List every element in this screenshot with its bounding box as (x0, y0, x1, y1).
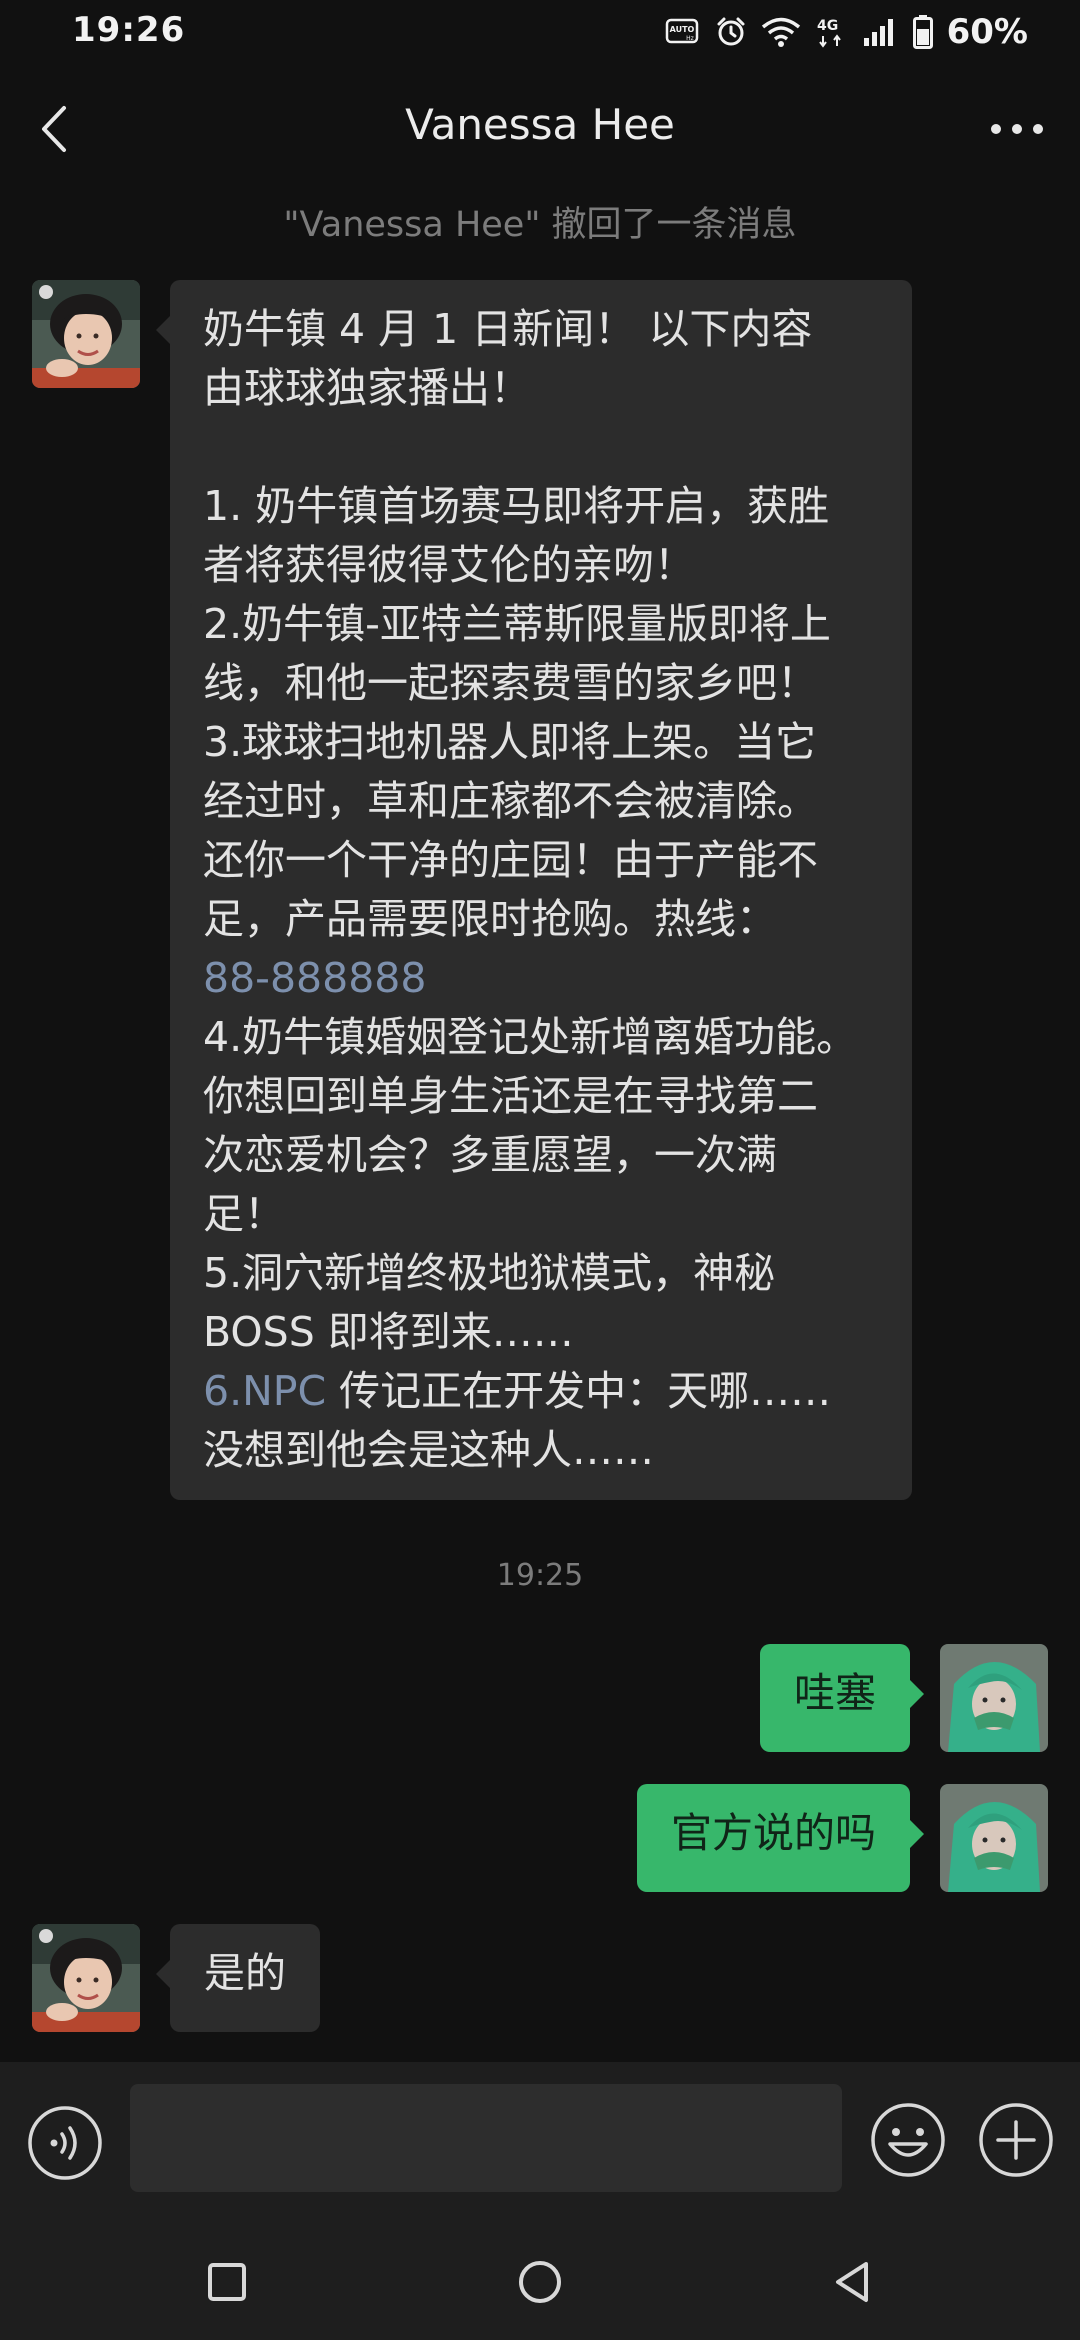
emoji-button[interactable] (868, 2100, 948, 2180)
svg-text:Hz: Hz (686, 35, 694, 42)
chat-messages[interactable]: "Vanessa Hee" 撤回了一条消息 奶牛镇 4 月 1 日新闻！ 以下内… (0, 196, 1080, 2060)
wifi-icon (761, 16, 801, 48)
back-triangle-icon (822, 2262, 882, 2316)
news-line: BOSS 即将到来…… (203, 1308, 574, 1356)
news-line: 经过时，草和庄稼都不会被清除。 (203, 777, 818, 825)
news-line: 线，和他一起探索费雪的家乡吧！ (203, 659, 818, 707)
voice-input-icon (26, 2106, 104, 2186)
auto-brightness-icon: AUTO Hz (665, 17, 701, 47)
news-blank-line (203, 418, 890, 477)
sent-message-bubble[interactable]: 哇塞 (760, 1644, 924, 1752)
my-avatar[interactable] (940, 1784, 1048, 1892)
more-actions-button[interactable] (976, 2100, 1056, 2180)
system-nav-bar (0, 2220, 1080, 2340)
news-npc-line: 6.NPC 传记正在开发中：天哪…… (203, 1362, 890, 1421)
news-line: 足，产品需要限时抢购。热线： (203, 895, 777, 943)
recent-apps-button[interactable] (197, 2252, 257, 2312)
news-line: 足！ (203, 1190, 285, 1238)
cellular-signal-icon (863, 16, 899, 48)
status-time: 19:26 (72, 10, 186, 50)
sent-message-bubble[interactable]: 官方说的吗 (637, 1784, 924, 1892)
sent-message-text: 官方说的吗 (671, 1809, 876, 1857)
sent-message-text: 哇塞 (794, 1669, 876, 1717)
status-bar: 19:26 AUTO Hz 4G 60% (0, 0, 1080, 66)
svg-text:4G: 4G (817, 18, 838, 34)
alarm-icon (715, 16, 747, 48)
news-line: 你想回到单身生活还是在寻找第二 (203, 1072, 818, 1120)
received-message-bubble[interactable]: 是的 (156, 1924, 320, 2032)
news-line: 2.奶牛镇-亚特兰蒂斯限量版即将上 (203, 600, 831, 648)
home-circle-icon (510, 2261, 570, 2316)
news-line: 还你一个干净的庄园！由于产能不 (203, 836, 818, 884)
back-chevron-icon (39, 104, 69, 158)
npc-link[interactable]: 6.NPC (203, 1367, 326, 1415)
back-button[interactable] (24, 96, 84, 166)
news-line: 由球球独家播出！ (203, 364, 531, 412)
recent-apps-square-icon (197, 2263, 257, 2316)
news-line: 5.洞穴新增终极地狱模式，神秘 (203, 1249, 776, 1297)
news-message-bubble[interactable]: 奶牛镇 4 月 1 日新闻！ 以下内容 由球球独家播出！ 1. 奶牛镇首场赛马即… (156, 280, 912, 1500)
home-button[interactable] (510, 2252, 570, 2312)
chat-header: Vanessa Hee (0, 66, 1080, 196)
news-line: 奶牛镇 4 月 1 日新闻！ 以下内容 (203, 305, 813, 353)
news-line: 次恋爱机会？多重愿望，一次满 (203, 1131, 777, 1179)
more-dots-icon (989, 121, 1045, 140)
status-icons: AUTO Hz 4G 60% (665, 8, 1028, 56)
battery-percent: 60% (946, 12, 1028, 52)
contact-avatar[interactable] (32, 1924, 140, 2032)
voice-input-button[interactable] (26, 2104, 104, 2182)
message-input[interactable] (130, 2084, 842, 2192)
message-timestamp: 19:25 (496, 1558, 584, 1593)
news-line: 4.奶牛镇婚姻登记处新增离婚功能。 (203, 1013, 858, 1061)
chat-title: Vanessa Hee (405, 100, 675, 149)
news-line: 没想到他会是这种人…… (203, 1426, 654, 1474)
received-message-text: 是的 (204, 1949, 286, 1997)
recall-notice: "Vanessa Hee" 撤回了一条消息 (283, 205, 797, 245)
emoji-icon (868, 2103, 948, 2184)
svg-text:AUTO: AUTO (669, 25, 694, 34)
news-line: 3.球球扫地机器人即将上架。当它 (203, 718, 817, 766)
hotline-phone-link[interactable]: 88-888888 (203, 949, 890, 1008)
news-line: 1. 奶牛镇首场赛马即将开启，获胜 (203, 482, 830, 530)
4g-icon: 4G (815, 16, 849, 48)
contact-avatar[interactable] (32, 280, 140, 388)
news-line: 者将获得彼得艾伦的亲吻！ (203, 541, 695, 589)
plus-circle-icon (976, 2103, 1056, 2184)
more-options-button[interactable] (982, 100, 1052, 160)
nav-back-button[interactable] (822, 2252, 882, 2312)
battery-icon (912, 15, 933, 49)
npc-text: 传记正在开发中：天哪…… (326, 1367, 832, 1415)
my-avatar[interactable] (940, 1644, 1048, 1752)
input-bar (0, 2062, 1080, 2220)
